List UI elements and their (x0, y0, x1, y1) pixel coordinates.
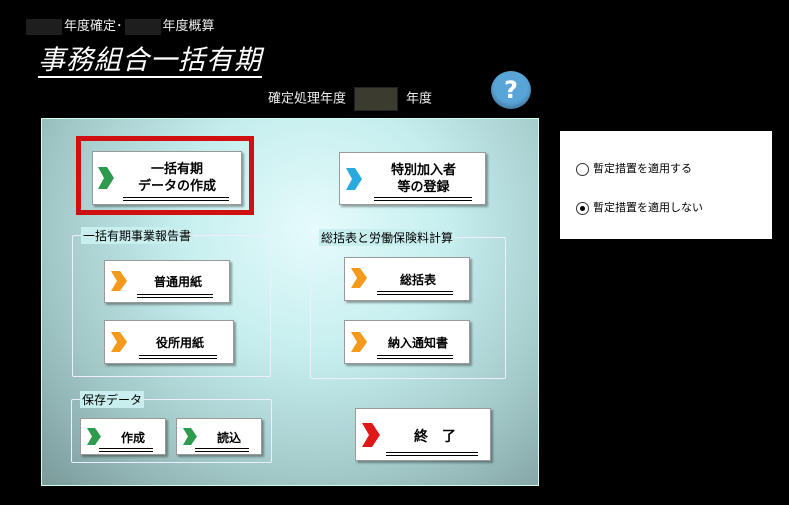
underline (377, 291, 453, 295)
payment-notice-button[interactable]: 納入通知書 (344, 320, 470, 364)
normal-paper-button[interactable]: 普通用紙 (104, 260, 230, 303)
estimate-year-box (124, 18, 161, 35)
help-button[interactable]: ? (491, 71, 531, 109)
orange-chevron-icon (111, 271, 127, 291)
red-chevron-icon (362, 423, 380, 447)
save-create-button[interactable]: 作成 (80, 418, 166, 455)
office-paper-label: 役所用紙 (155, 336, 204, 350)
underline (139, 355, 217, 359)
year-confirmed-label: 年度確定･ (64, 19, 123, 34)
underline (99, 448, 153, 452)
underline (386, 452, 478, 456)
summary-label: 総括表 (399, 273, 436, 287)
save-group-title: 保存データ (80, 391, 145, 408)
orange-chevron-icon (351, 332, 367, 352)
not-apply-option[interactable]: 暫定措置を適用しない (576, 199, 703, 215)
underline (123, 197, 229, 201)
create-data-label-1: 一括有期 (150, 162, 203, 177)
load-label: 読込 (216, 431, 241, 445)
confirmed-year-box (26, 18, 62, 35)
orange-chevron-icon (111, 332, 127, 352)
normal-paper-label: 普通用紙 (153, 275, 202, 289)
process-year-label: 確定処理年度 (268, 91, 347, 107)
apply-radio[interactable] (576, 162, 589, 176)
apply-option[interactable]: 暫定措置を適用する (576, 160, 692, 176)
orange-chevron-icon (351, 268, 367, 288)
payment-notice-label: 納入通知書 (387, 336, 448, 350)
special-member-label-1: 特別加入者 (390, 163, 456, 178)
green-chevron-icon (98, 167, 114, 189)
blue-chevron-icon (346, 168, 362, 190)
summary-group-title: 総括表と労働保険料計算 (319, 229, 456, 246)
special-member-label-2: 等の登録 (397, 180, 450, 195)
office-paper-button[interactable]: 役所用紙 (104, 320, 234, 364)
load-button[interactable]: 読込 (176, 418, 262, 455)
process-year-field[interactable] (354, 87, 399, 111)
provisional-measure-options: 暫定措置を適用する 暫定措置を適用しない (560, 131, 772, 239)
green-chevron-icon (87, 428, 101, 445)
summary-button[interactable]: 総括表 (344, 257, 470, 301)
green-chevron-icon (183, 428, 197, 445)
underline (195, 448, 249, 452)
apply-option-label: 暫定措置を適用する (593, 162, 692, 175)
report-group-title: 一括有期事業報告書 (81, 227, 194, 244)
process-year-row: 確定処理年度 年度 (268, 87, 432, 111)
app-title: 事務組合一括有期 (38, 45, 262, 78)
exit-button[interactable]: 終 了 (355, 408, 491, 461)
underline (374, 197, 472, 201)
not-apply-radio[interactable] (576, 201, 589, 215)
create-data-button[interactable]: 一括有期 データの作成 (92, 151, 242, 205)
year-status-line: 年度確定･ 年度概算 (24, 15, 215, 35)
not-apply-option-label: 暫定措置を適用しない (593, 201, 703, 214)
special-member-button[interactable]: 特別加入者 等の登録 (339, 152, 486, 205)
year-estimate-label: 年度概算 (162, 19, 215, 34)
underline (377, 355, 453, 359)
year-suffix-label: 年度 (406, 91, 433, 107)
exit-label: 終 了 (414, 429, 456, 445)
create-data-label-2: データの作成 (137, 179, 216, 194)
underline (137, 294, 213, 298)
save-create-label: 作成 (120, 431, 145, 445)
